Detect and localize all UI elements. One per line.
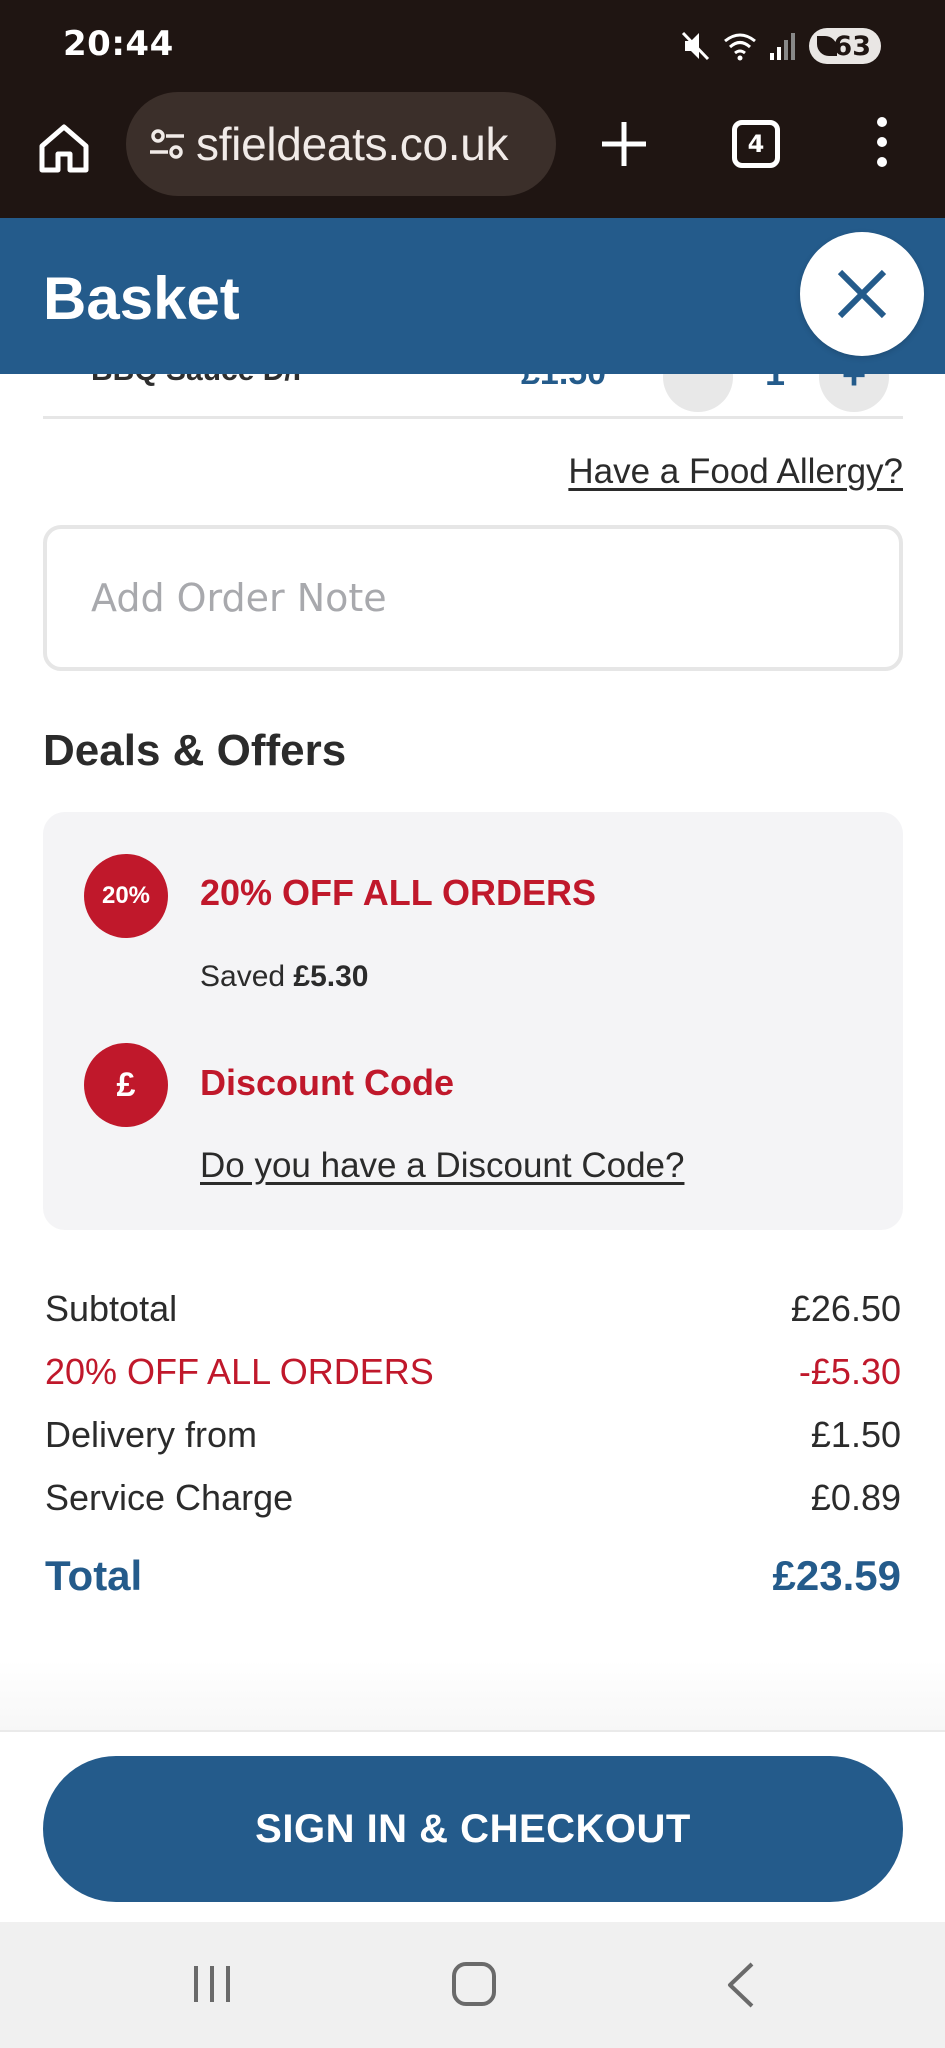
saved-amount: £5.30	[293, 960, 369, 993]
offer-saved: Saved £5.30	[200, 960, 369, 994]
saved-label: Saved	[200, 960, 286, 993]
more-options-icon[interactable]	[870, 116, 894, 168]
increase-quantity-button[interactable]: +	[819, 374, 889, 412]
summary-row-service: Service Charge £0.89	[45, 1477, 901, 1540]
mute-icon	[681, 31, 710, 61]
discount-code-link[interactable]: Do you have a Discount Code?	[200, 1146, 684, 1186]
deals-heading: Deals & Offers	[43, 726, 347, 775]
item-quantity: 1	[765, 374, 785, 394]
offer-title: 20% OFF ALL ORDERS	[200, 872, 597, 913]
battery-level: 63	[833, 30, 871, 62]
item-name: BBQ Sauce D/I	[91, 374, 301, 388]
deals-card: 20% 20% OFF ALL ORDERS Saved £5.30 £ Dis…	[43, 812, 903, 1230]
item-price: £1.50	[521, 374, 606, 393]
status-icons: 63	[681, 26, 881, 66]
summary-value: £0.89	[810, 1477, 901, 1518]
site-settings-icon[interactable]	[146, 123, 188, 165]
scroll-fade	[0, 1660, 945, 1730]
recent-apps-icon[interactable]	[190, 1962, 234, 2006]
summary-row-total: Total £23.59	[45, 1552, 901, 1615]
percent-badge: 20%	[84, 854, 168, 938]
browser-toolbar: sfieldeats.co.uk 4	[0, 90, 945, 218]
summary-label: Service Charge	[45, 1477, 294, 1518]
summary-label: 20% OFF ALL ORDERS	[45, 1351, 434, 1392]
close-basket-button[interactable]	[800, 232, 924, 356]
summary-value: -£5.30	[798, 1351, 901, 1392]
basket-title: Basket	[43, 265, 240, 332]
basket-item-row: BBQ Sauce D/I £1.50 1 +	[43, 374, 903, 419]
summary-value: £1.50	[810, 1414, 901, 1455]
address-bar[interactable]: sfieldeats.co.uk	[126, 92, 556, 196]
decrease-quantity-button[interactable]	[663, 374, 733, 412]
total-label: Total	[45, 1552, 143, 1599]
home-icon[interactable]	[36, 120, 92, 176]
pound-badge: £	[84, 1043, 168, 1127]
close-icon	[837, 269, 887, 319]
summary-row-discount: 20% OFF ALL ORDERS -£5.30	[45, 1351, 901, 1414]
signal-icon	[770, 33, 795, 60]
url-text: sfieldeats.co.uk	[196, 118, 509, 170]
summary-value: £26.50	[790, 1288, 901, 1329]
total-value: £23.59	[772, 1552, 901, 1599]
summary-label: Delivery from	[45, 1414, 258, 1455]
summary-row-subtotal: Subtotal £26.50	[45, 1288, 901, 1351]
discount-title: Discount Code	[200, 1062, 455, 1103]
back-icon[interactable]	[726, 1960, 756, 2010]
wifi-icon	[724, 33, 756, 61]
new-tab-icon[interactable]	[598, 118, 650, 170]
checkout-button[interactable]: SIGN IN & CHECKOUT	[43, 1756, 903, 1902]
status-bar: 20:44 63	[0, 0, 945, 90]
status-time: 20:44	[63, 24, 174, 64]
food-allergy-link[interactable]: Have a Food Allergy?	[568, 452, 903, 492]
checkout-footer: SIGN IN & CHECKOUT	[0, 1730, 945, 1922]
summary-row-delivery: Delivery from £1.50	[45, 1414, 901, 1477]
order-note-input[interactable]	[43, 525, 903, 671]
summary-label: Subtotal	[45, 1288, 178, 1329]
system-nav-bar	[0, 1922, 945, 2048]
home-nav-icon[interactable]	[452, 1962, 496, 2006]
order-summary: Subtotal £26.50 20% OFF ALL ORDERS -£5.3…	[45, 1288, 901, 1615]
tab-switcher-button[interactable]: 4	[732, 120, 780, 168]
battery-indicator: 63	[809, 28, 881, 64]
